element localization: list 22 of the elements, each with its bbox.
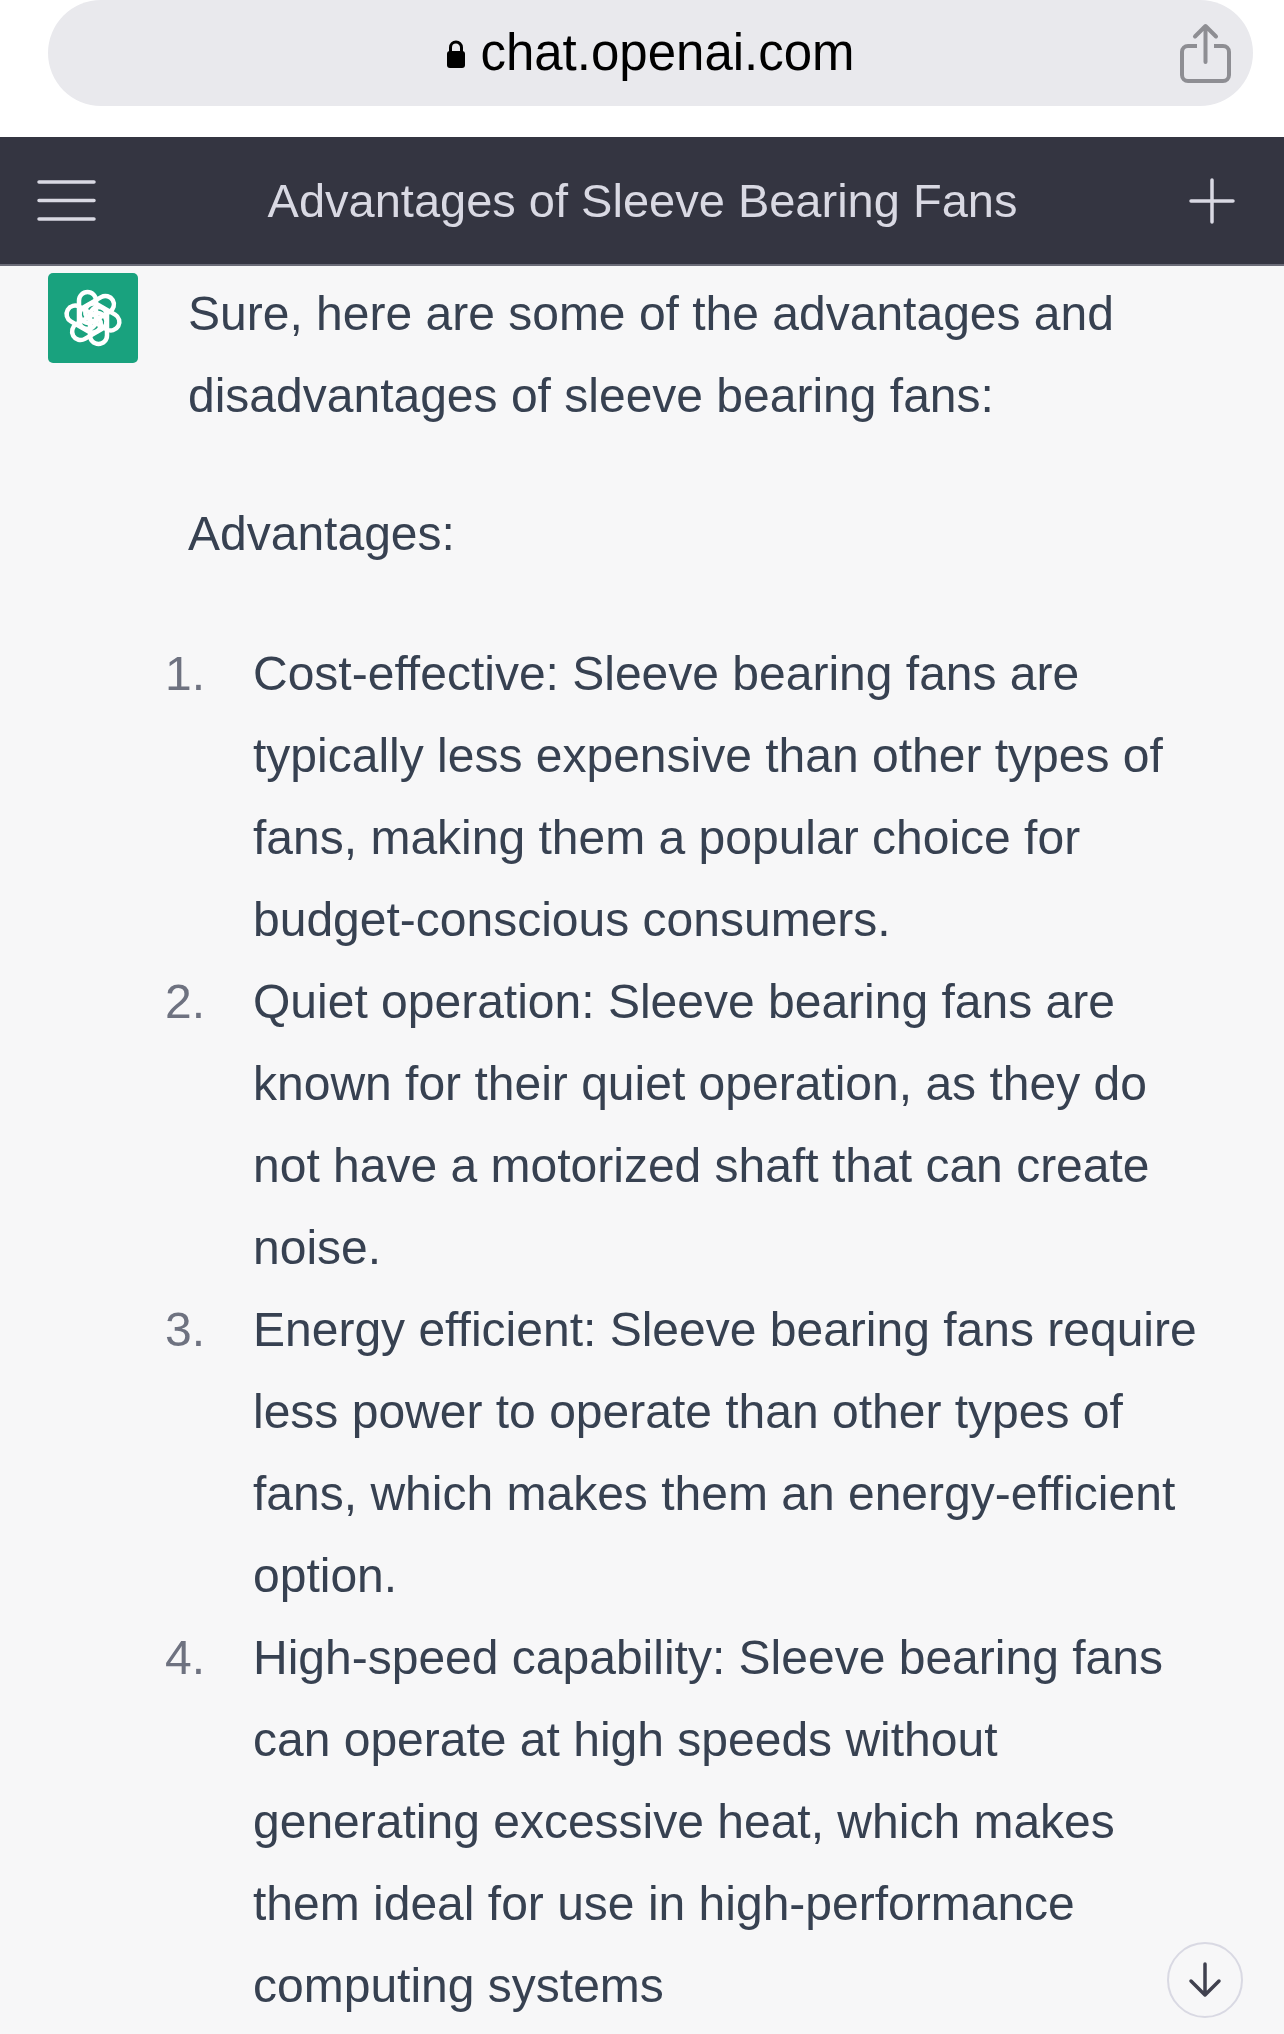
list-item-text: High-speed capability: Sleeve bearing fans can operate at high speeds without generating excessive heat, which makes them ideal for use in high-performance computing systems	[253, 1631, 1163, 2012]
address-bar[interactable]: chat.openai.com	[48, 0, 1253, 106]
menu-icon	[37, 180, 96, 221]
list-item-text: Cost-effective: Sleeve bearing fans are typically less expensive than other types of fans, making them a popular choice for budget-conscious consumers.	[253, 647, 1163, 946]
list-number: 4.	[164, 1630, 205, 1686]
chat-title: Advantages of Sleeve Bearing Fans	[267, 172, 1018, 229]
list-number: 2.	[164, 974, 205, 1030]
arrow-down-icon	[1188, 1962, 1222, 1998]
section-heading: Advantages:	[188, 506, 456, 562]
plus-icon	[1189, 177, 1235, 224]
share-icon	[1179, 22, 1232, 84]
list-number: 3.	[164, 1302, 205, 1358]
list-item-text: Energy efficient: Sleeve bearing fans require less power to operate than other types of fans, which makes them an energy-efficient option.	[253, 1303, 1197, 1602]
plus-button[interactable]	[1189, 177, 1235, 224]
list-item-text: Quiet operation: Sleeve bearing fans are known for their quiet operation, as they do not have a motorized shaft that can create noise.	[253, 975, 1150, 1274]
share-button[interactable]	[1179, 22, 1232, 84]
list-number: 1.	[164, 646, 205, 702]
menu-button[interactable]	[37, 180, 96, 221]
message-text: Sure, here are some of the advantages and disadvantages of sleeve bearing fans:	[188, 286, 1115, 424]
lock-icon	[446, 38, 467, 68]
url-text: chat.openai.com	[480, 23, 855, 83]
assistant-logo-icon	[48, 273, 138, 363]
